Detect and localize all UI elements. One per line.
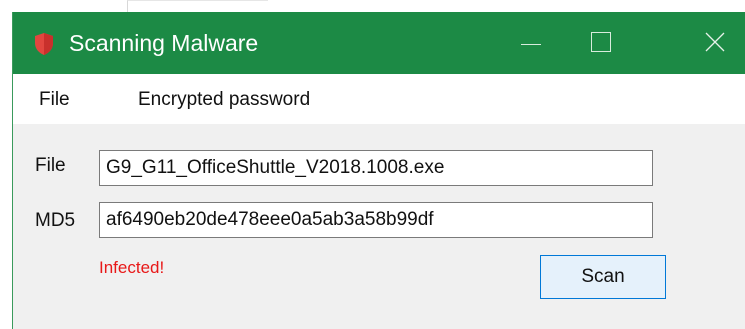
minimize-button[interactable]	[501, 12, 561, 74]
maximize-icon	[591, 32, 611, 52]
scan-status-text: Infected!	[99, 258, 165, 277]
menu-bar: File Encrypted password	[13, 74, 745, 124]
md5-hash-input[interactable]	[99, 202, 653, 238]
maximize-button[interactable]	[569, 12, 629, 74]
title-bar[interactable]: Scanning Malware	[13, 12, 745, 74]
scanning-malware-window: Scanning Malware File Encrypted password…	[12, 12, 745, 329]
scan-button[interactable]: Scan	[540, 255, 666, 299]
minimize-icon	[521, 44, 541, 45]
close-button[interactable]	[685, 12, 745, 74]
shield-icon	[33, 32, 55, 56]
file-path-input[interactable]	[99, 150, 653, 186]
window-title: Scanning Malware	[69, 30, 259, 56]
file-label: File	[35, 155, 66, 176]
desktop-background	[0, 0, 745, 13]
menu-item-encrypted-password[interactable]: Encrypted password	[138, 88, 310, 112]
md5-label: MD5	[35, 210, 76, 231]
menu-item-file[interactable]: File	[39, 88, 70, 112]
